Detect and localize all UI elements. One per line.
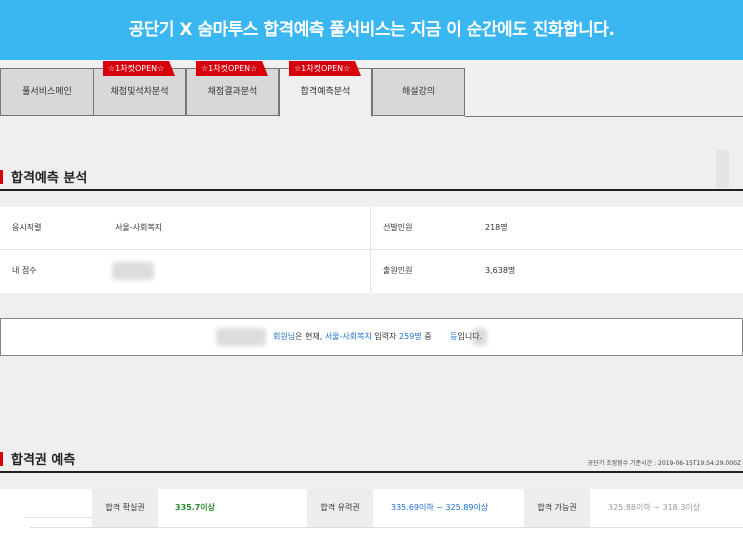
selected-label: 선발인원 bbox=[383, 223, 413, 232]
rank-notice-box: 회원님은 현재, 서울-사회복지 입력자 259명 중 등입니다. bbox=[0, 318, 743, 356]
score-value-redacted bbox=[112, 262, 154, 280]
tab-pass-prediction-analysis[interactable]: ☆1차컷OPEN☆ 합격예측분석 bbox=[279, 61, 372, 117]
side-widget[interactable] bbox=[716, 150, 729, 188]
exam-info-table: 응시직렬 서울-사회복지 선발인원 218명 내 점수 출원인원 3,638명 bbox=[0, 207, 743, 293]
title-marker bbox=[0, 170, 3, 184]
tab-full-service-main[interactable]: 풀서비스메인 bbox=[0, 68, 94, 116]
tab-commentary-lecture[interactable]: 해설강의 bbox=[372, 68, 465, 116]
tab-label: 합격예측분석 bbox=[300, 87, 351, 97]
tab-label: 채점및석차분석 bbox=[110, 87, 169, 97]
pass-prediction-table: 합격 확실권 335.7이상 합격 유력권 335.69이하 ~ 325.89이… bbox=[0, 489, 743, 549]
table-row: 내 점수 출원인원 3,638명 bbox=[0, 250, 743, 292]
open-badge: ☆1차컷OPEN☆ bbox=[103, 61, 176, 76]
tab-scoring-rank-analysis[interactable]: ☆1차컷OPEN☆ 채점및석차분석 bbox=[93, 61, 186, 116]
possible-label: 합격 가능권 bbox=[524, 489, 590, 527]
row-line bbox=[24, 517, 92, 518]
standard-time-note: 공단기 조정점수 기준시간 : 2019-06-15T19:54:29.000Z bbox=[587, 460, 741, 467]
tab-scoring-result-analysis[interactable]: ☆1차컷OPEN☆ 채점결과분석 bbox=[186, 61, 279, 116]
field-label: 응시직렬 bbox=[12, 223, 42, 232]
title-marker bbox=[0, 452, 3, 466]
table-row: 응시직렬 서울-사회복지 선발인원 218명 bbox=[0, 207, 743, 250]
likely-label: 합격 유력권 bbox=[307, 489, 373, 527]
open-badge: ☆1차컷OPEN☆ bbox=[289, 61, 362, 76]
tab-label: 채점결과분석 bbox=[207, 87, 258, 97]
section-rule bbox=[0, 471, 743, 473]
possible-value: 325.88이하 ~ 318.3이상 bbox=[608, 503, 701, 512]
tab-label: 풀서비스메인 bbox=[22, 87, 72, 97]
tab-label: 해설강의 bbox=[401, 87, 436, 97]
field-value: 서울-사회복지 bbox=[115, 223, 163, 232]
member-name-redacted bbox=[216, 328, 266, 346]
selected-value: 218명 bbox=[485, 223, 508, 232]
likely-value: 335.69이하 ~ 325.89이상 bbox=[391, 503, 489, 512]
section-rule bbox=[0, 189, 743, 191]
open-badge: ☆1차컷OPEN☆ bbox=[196, 61, 269, 76]
section-title-pass-prediction: 합격권 예측 bbox=[0, 449, 75, 468]
score-label: 내 점수 bbox=[12, 266, 37, 275]
section-title-pass-analysis: 합격예측 분석 bbox=[0, 167, 87, 186]
applicants-value: 3,638명 bbox=[485, 266, 516, 275]
applicants-label: 출원인원 bbox=[383, 266, 413, 275]
rank-notice-text: 회원님은 현재, 서울-사회복지 입력자 259명 중 등입니다. bbox=[273, 332, 483, 341]
row-line bbox=[30, 527, 743, 528]
top-banner: 공단기 X 숨마투스 합격예측 풀서비스는 지금 이 순간에도 진화합니다. bbox=[0, 0, 743, 60]
certain-value: 335.7이상 bbox=[175, 503, 216, 512]
certain-label: 합격 확실권 bbox=[92, 489, 158, 527]
tab-divider bbox=[465, 116, 743, 117]
